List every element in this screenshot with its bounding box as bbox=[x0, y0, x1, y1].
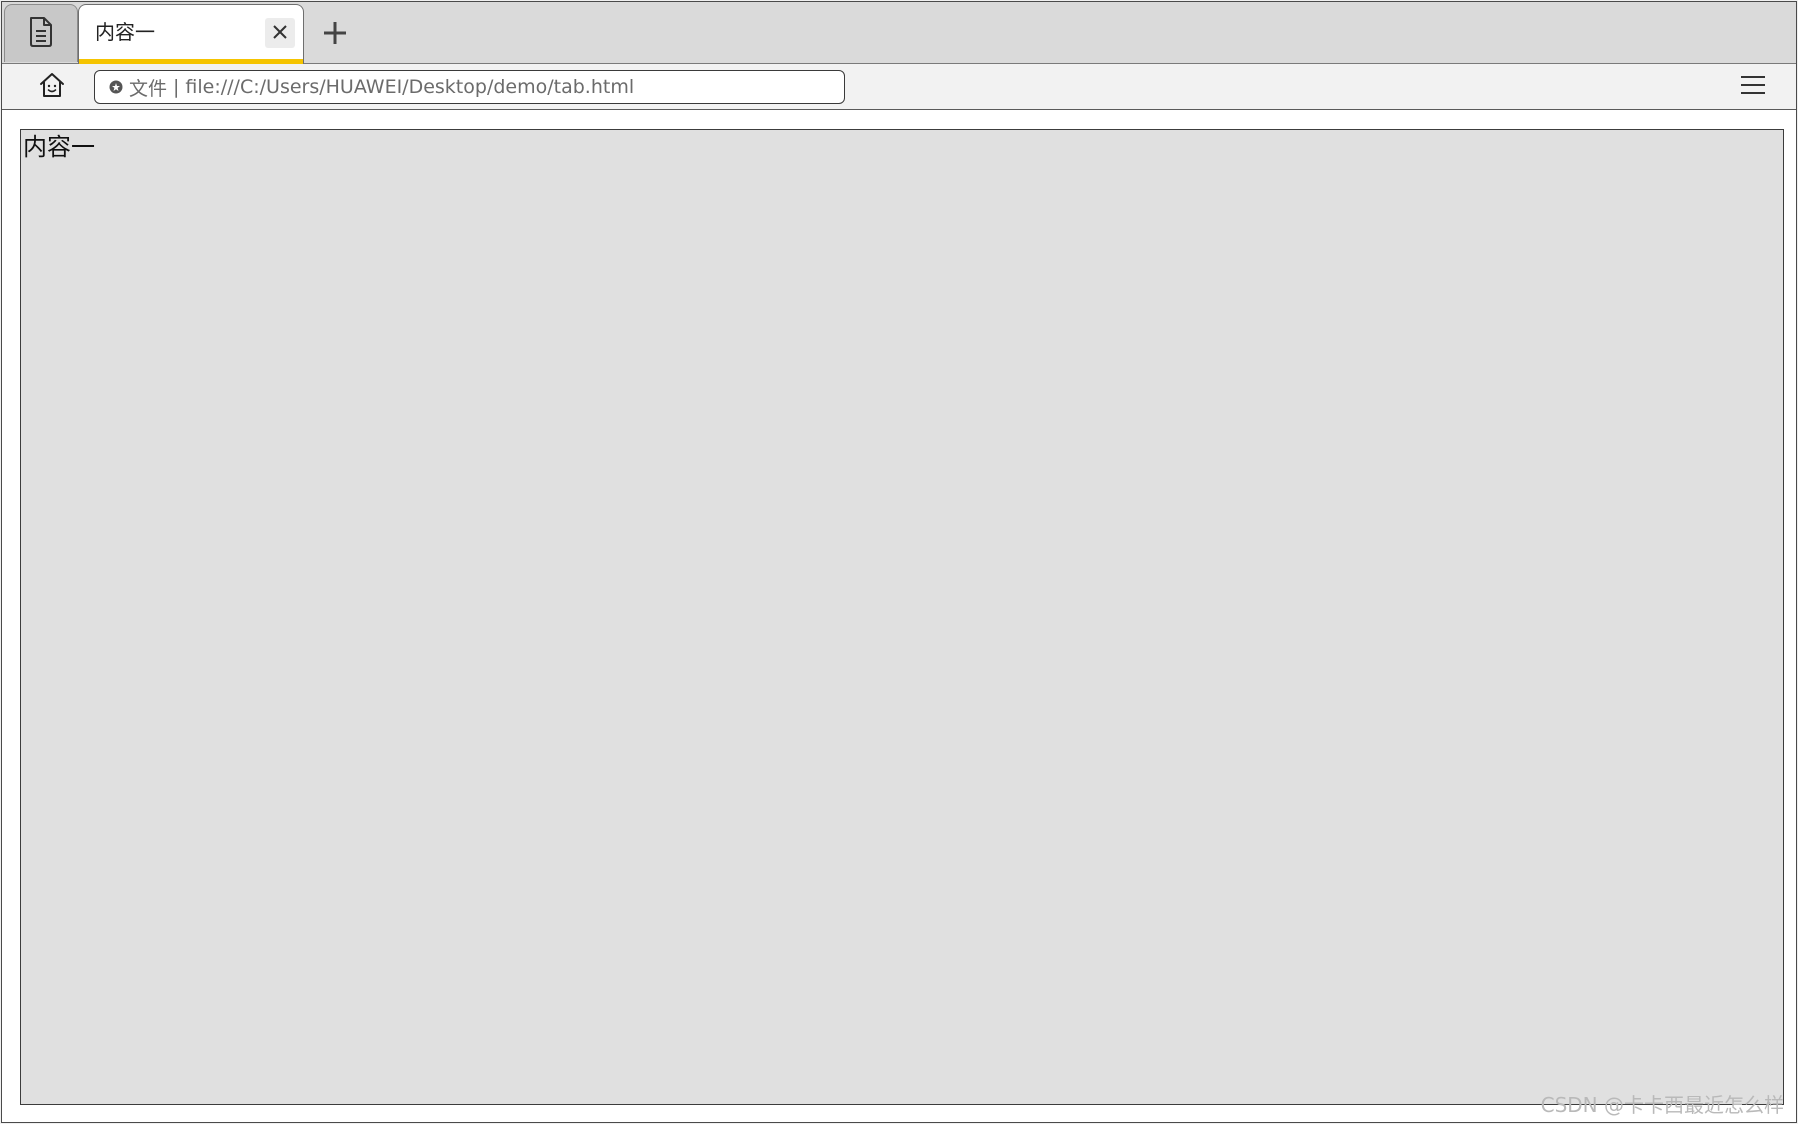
tab-active[interactable]: 内容一 bbox=[78, 4, 304, 64]
tab-close-button[interactable] bbox=[265, 18, 295, 48]
address-url-text[interactable]: file:///C:/Users/HUAWEI/Desktop/demo/tab… bbox=[185, 76, 634, 98]
hamburger-menu-icon bbox=[1740, 75, 1766, 99]
tab-title: 内容一 bbox=[95, 20, 155, 44]
content-panel: 内容一 bbox=[20, 129, 1784, 1105]
info-icon[interactable] bbox=[109, 80, 123, 94]
menu-button[interactable] bbox=[1738, 74, 1768, 100]
tab-menu-button[interactable] bbox=[4, 4, 78, 62]
navigation-toolbar: 文件 | file:///C:/Users/HUAWEI/Desktop/dem… bbox=[2, 64, 1796, 110]
close-icon bbox=[273, 24, 287, 43]
page-viewport: 内容一 CSDN @卡卡西最近怎么样 bbox=[2, 110, 1796, 1122]
new-tab-button[interactable] bbox=[318, 18, 352, 52]
home-icon bbox=[38, 71, 66, 103]
watermark: CSDN @卡卡西最近怎么样 bbox=[1540, 1093, 1784, 1117]
plus-icon bbox=[323, 21, 347, 49]
content-text: 内容一 bbox=[23, 133, 95, 161]
document-icon bbox=[27, 16, 55, 52]
browser-window: 内容一 文件 | file:///C:/Users/HUAWEI/Desktop… bbox=[1, 1, 1797, 1123]
home-button[interactable] bbox=[36, 71, 68, 103]
address-separator: | bbox=[173, 76, 180, 98]
address-bar[interactable]: 文件 | file:///C:/Users/HUAWEI/Desktop/dem… bbox=[94, 70, 845, 104]
tab-strip: 内容一 bbox=[2, 2, 1796, 64]
address-scheme-label: 文件 bbox=[129, 77, 168, 100]
